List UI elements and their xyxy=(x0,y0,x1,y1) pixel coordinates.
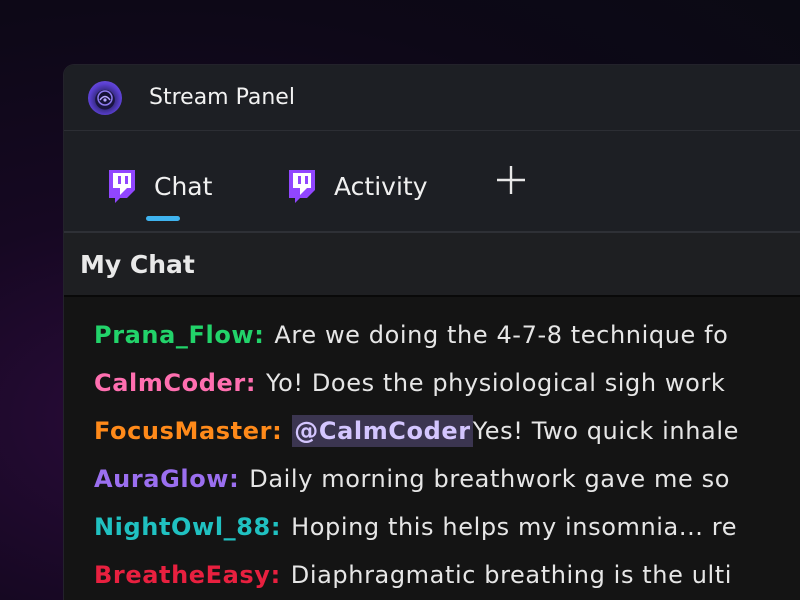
chat-username[interactable]: NightOwl_88 xyxy=(94,513,271,541)
username-colon: : xyxy=(229,465,240,493)
plus-icon xyxy=(497,166,525,194)
chat-title: My Chat xyxy=(80,249,195,279)
tab-activity-label: Activity xyxy=(334,171,428,201)
username-colon: : xyxy=(270,513,282,541)
chat-message-text: Yo! Does the physiological sigh work xyxy=(266,369,726,397)
chat-message-list: Prana_Flow: Are we doing the 4-7-8 techni… xyxy=(64,297,800,599)
app-logo-icon xyxy=(88,80,122,115)
tab-chat[interactable]: Chat xyxy=(106,166,212,206)
twitch-icon xyxy=(289,170,315,203)
active-tab-indicator xyxy=(146,216,180,221)
chat-message: Prana_Flow: Are we doing the 4-7-8 techni… xyxy=(64,311,800,359)
chat-username[interactable]: AuraGlow xyxy=(94,465,229,493)
chat-message: BreatheEasy: Diaphragmatic breathing is t… xyxy=(64,551,800,599)
add-tab-button[interactable] xyxy=(494,163,528,197)
username-colon: : xyxy=(245,369,257,397)
chat-message: AuraGlow: Daily morning breathwork gave m… xyxy=(64,455,800,503)
chat-username[interactable]: Prana_Flow xyxy=(94,321,254,349)
chat-mention[interactable]: @CalmCoder xyxy=(292,415,473,447)
chat-username[interactable]: CalmCoder xyxy=(94,369,246,397)
chat-message-text: Daily morning breathwork gave me so xyxy=(249,465,730,493)
chat-message-text: Yes! Two quick inhale xyxy=(472,417,739,445)
chat-message: CalmCoder: Yo! Does the physiological sig… xyxy=(64,359,800,407)
title-bar: Stream Panel xyxy=(64,65,800,131)
tab-activity[interactable]: Activity xyxy=(286,166,428,206)
twitch-icon xyxy=(109,170,135,203)
chat-message: NightOwl_88: Hoping this helps my insomni… xyxy=(64,503,800,551)
chat-message-text: Hoping this helps my insomnia... re xyxy=(291,513,738,541)
username-colon: : xyxy=(272,417,283,445)
chat-message: FocusMaster: @CalmCoder Yes! Two quick inh… xyxy=(64,407,800,455)
app-logo-glyph xyxy=(97,89,113,106)
chat-username[interactable]: BreatheEasy xyxy=(94,561,271,589)
chat-message-text: Are we doing the 4-7-8 technique fo xyxy=(274,321,729,349)
tab-chat-label: Chat xyxy=(154,171,213,201)
username-colon: : xyxy=(254,321,265,349)
stream-panel-window: Stream Panel Chat Activity My Chat Prana… xyxy=(64,65,800,600)
chat-username[interactable]: FocusMaster xyxy=(94,417,272,445)
window-title: Stream Panel xyxy=(149,85,295,110)
tab-bar: Chat Activity xyxy=(64,131,800,233)
username-colon: : xyxy=(270,561,281,589)
chat-header: My Chat xyxy=(64,233,800,297)
chat-message-text: Diaphragmatic breathing is the ulti xyxy=(290,561,733,589)
